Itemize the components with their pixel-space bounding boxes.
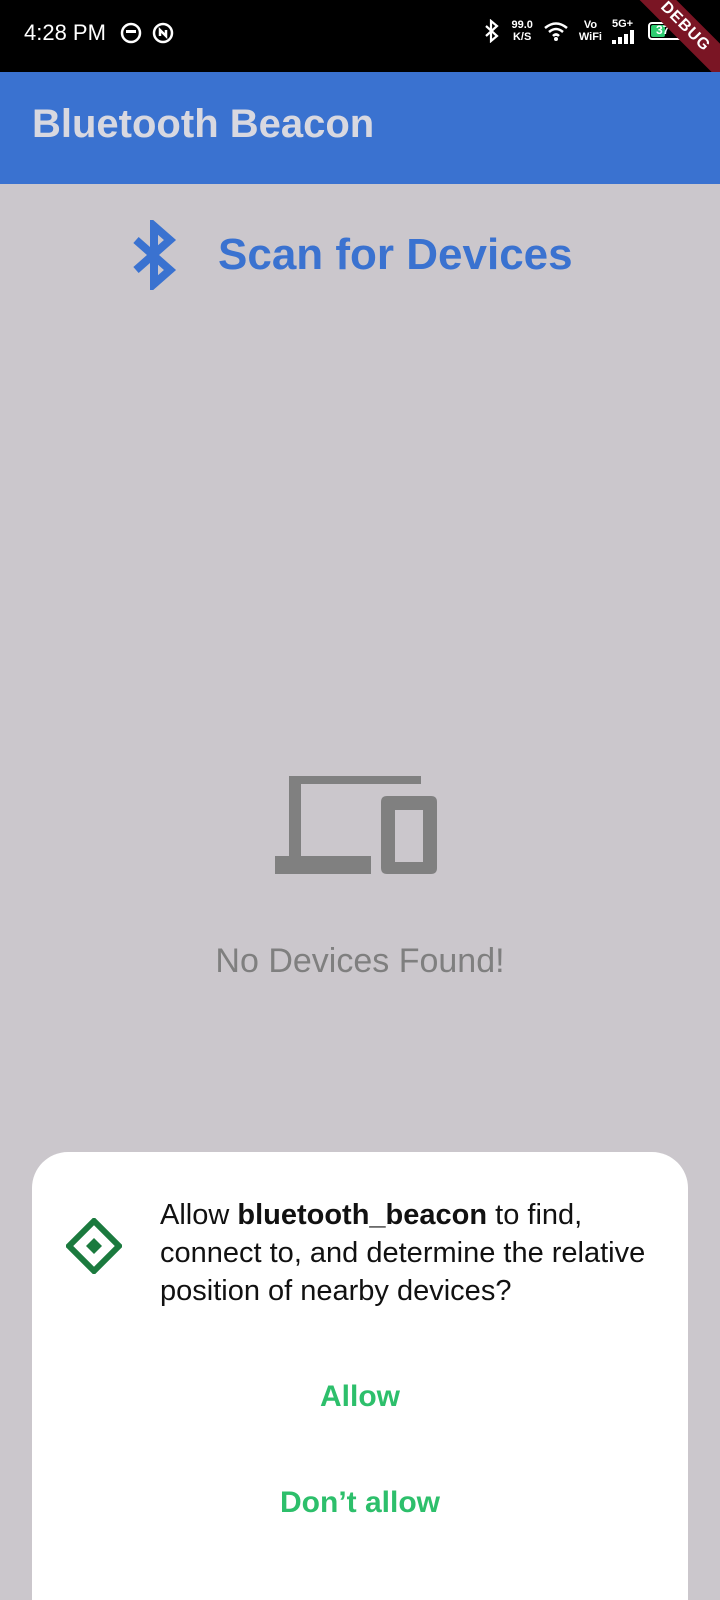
vowifi-indicator: Vo WiFi bbox=[579, 19, 602, 43]
permission-dialog: Allow bluetooth_beacon to find, connect … bbox=[32, 1152, 688, 1600]
status-time: 4:28 PM bbox=[24, 20, 106, 45]
network-type: 5G+ bbox=[612, 18, 634, 30]
app-bar: Bluetooth Beacon bbox=[0, 72, 720, 184]
nearby-devices-icon bbox=[66, 1218, 122, 1274]
status-indicators: 99.0 K/S Vo WiFi 5G+ 37 bbox=[483, 18, 688, 44]
net-speed-value: 99.0 bbox=[511, 19, 533, 31]
status-bar: 4:28 PM 99.0 K/S Vo WiFi 5G+ 37 DEBUG bbox=[0, 0, 720, 90]
notification-swirl-icon bbox=[152, 22, 174, 44]
permission-message: Allow bluetooth_beacon to find, connect … bbox=[160, 1196, 670, 1310]
vowifi-top: Vo bbox=[583, 19, 598, 31]
notification-face-icon bbox=[120, 22, 142, 44]
notification-icons bbox=[120, 22, 174, 44]
net-speed: 99.0 K/S bbox=[511, 19, 532, 43]
scan-label: Scan for Devices bbox=[218, 230, 573, 279]
signal-indicator: 5G+ bbox=[612, 18, 638, 44]
vowifi-bottom: WiFi bbox=[578, 31, 602, 43]
wifi-icon bbox=[544, 22, 568, 41]
permission-app-name: bluetooth_beacon bbox=[237, 1199, 488, 1231]
net-speed-unit: K/S bbox=[512, 31, 532, 43]
permission-text-prefix: Allow bbox=[160, 1199, 238, 1231]
bluetooth-icon bbox=[133, 220, 177, 290]
app-title: Bluetooth Beacon bbox=[32, 102, 375, 146]
dont-allow-button[interactable]: Don’t allow bbox=[32, 1486, 688, 1520]
signal-bars-icon bbox=[612, 30, 634, 44]
empty-state: No Devices Found! bbox=[0, 770, 720, 981]
allow-button[interactable]: Allow bbox=[32, 1380, 688, 1414]
bluetooth-status-icon bbox=[485, 19, 500, 43]
devices-icon bbox=[275, 776, 437, 874]
scan-for-devices-button[interactable]: Scan for Devices bbox=[130, 210, 573, 300]
empty-message: No Devices Found! bbox=[215, 942, 505, 980]
